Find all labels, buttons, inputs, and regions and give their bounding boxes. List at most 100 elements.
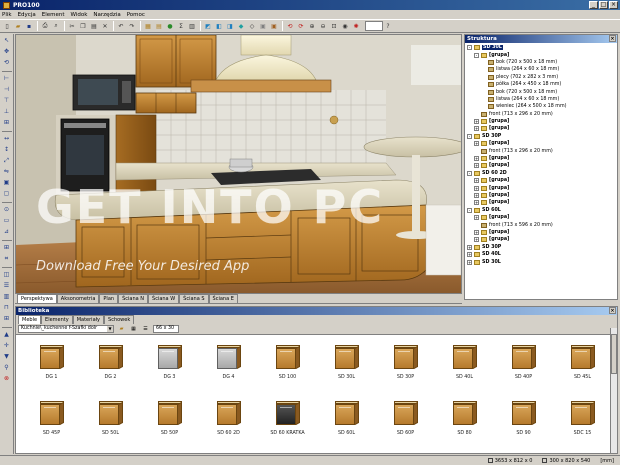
menu-view[interactable]: Widok xyxy=(71,12,88,18)
library-item[interactable]: SD 60 2D xyxy=(199,395,258,451)
mirror-icon[interactable]: ⇋ xyxy=(2,167,12,176)
door-icon[interactable]: ⊓ xyxy=(2,303,12,312)
resize-z-icon[interactable]: ⤢ xyxy=(2,156,12,165)
tab-furniture[interactable]: Meble xyxy=(18,315,42,324)
align-left-icon[interactable]: ⊢ xyxy=(2,74,12,83)
expand-icon[interactable]: + xyxy=(474,185,479,191)
collapse-icon[interactable]: - xyxy=(474,52,479,58)
rotate-right-icon[interactable]: ⟳ xyxy=(296,21,306,31)
tree-node[interactable]: + [grupa] xyxy=(467,199,617,206)
menu-element[interactable]: Element xyxy=(42,12,65,18)
collapse-icon[interactable]: - xyxy=(467,170,472,176)
select-tool-icon[interactable]: ↖ xyxy=(2,36,12,45)
tree-node[interactable]: front (713 x 296 x 20 mm) xyxy=(467,147,617,154)
tree-node[interactable]: front (713 x 596 x 20 mm) xyxy=(467,221,617,228)
structure-icon[interactable]: ▤ xyxy=(154,21,164,31)
maximize-button[interactable]: □ xyxy=(599,1,608,9)
save-icon[interactable]: ▪ xyxy=(24,21,34,31)
print-icon[interactable]: ⎙ xyxy=(40,21,50,31)
library-item[interactable]: SD 60L xyxy=(317,395,376,451)
tree-node[interactable]: + [grupa] xyxy=(467,177,617,184)
new-icon[interactable]: ▯ xyxy=(2,21,12,31)
collapse-icon[interactable]: - xyxy=(467,207,472,213)
paste-icon[interactable]: ▤ xyxy=(89,21,99,31)
expand-icon[interactable]: + xyxy=(474,163,479,169)
measure-icon[interactable]: ⊿ xyxy=(2,227,12,236)
undo-icon[interactable]: ↶ xyxy=(116,21,126,31)
library-close-button[interactable]: × xyxy=(609,307,616,314)
tab-wall-w[interactable]: Ściana W xyxy=(148,294,180,303)
tree-node[interactable]: - [grupa] xyxy=(467,51,617,58)
tree-node[interactable]: listwa (264 x 60 x 18 mm) xyxy=(467,96,617,103)
tree-node[interactable]: + [grupa] xyxy=(467,140,617,147)
stop-icon[interactable]: ⊗ xyxy=(2,374,12,383)
rotate-left-icon[interactable]: ⟲ xyxy=(285,21,295,31)
3d-viewport[interactable]: GET INTO PC Download Free Your Desired A… xyxy=(15,34,462,294)
library-item[interactable]: SD 100 xyxy=(258,339,317,395)
tree-node[interactable]: + [grupa] xyxy=(467,236,617,243)
align-center-icon[interactable]: ⊞ xyxy=(2,118,12,127)
collapse-icon[interactable]: - xyxy=(467,133,472,139)
tree-node[interactable]: front (713 x 296 x 20 mm) xyxy=(467,111,617,118)
tab-clipboard[interactable]: Schowek xyxy=(104,315,135,324)
snap-icon[interactable]: ⌗ xyxy=(2,254,12,263)
view-plan-icon[interactable]: ◨ xyxy=(225,21,235,31)
view-axon-icon[interactable]: ◧ xyxy=(214,21,224,31)
collapse-icon[interactable]: - xyxy=(467,45,472,51)
tree-node[interactable]: + SD 30L xyxy=(467,258,617,265)
tree-node[interactable]: - SD 30P xyxy=(467,133,617,140)
folder-up-icon[interactable]: ▰ xyxy=(117,325,126,333)
nav-up-icon[interactable]: ▲ xyxy=(2,330,12,339)
tree-node[interactable]: + [grupa] xyxy=(467,229,617,236)
tab-wall-n[interactable]: Ściana N xyxy=(118,294,149,303)
expand-icon[interactable]: + xyxy=(467,259,472,265)
library-item[interactable]: SD 50L xyxy=(81,395,140,451)
tab-materials[interactable]: Materiały xyxy=(72,315,105,324)
library-item[interactable]: SD 30P xyxy=(376,339,435,395)
menu-help[interactable]: Pomoc xyxy=(127,12,145,18)
zoom-out-icon[interactable]: ⊖ xyxy=(318,21,328,31)
tab-wall-s[interactable]: Ściana S xyxy=(179,294,209,303)
materials-icon[interactable]: ● xyxy=(165,21,175,31)
tree-node[interactable]: bok (720 x 500 x 18 mm) xyxy=(467,88,617,95)
expand-icon[interactable]: + xyxy=(474,215,479,221)
library-item[interactable]: SD 40L xyxy=(435,339,494,395)
library-item[interactable]: SD 60 KRATKA xyxy=(258,395,317,451)
delete-icon[interactable]: ✕ xyxy=(100,21,110,31)
split-view-icon[interactable]: ◫ xyxy=(2,270,12,279)
tree-node[interactable]: + [grupa] xyxy=(467,155,617,162)
textured-icon[interactable]: ▣ xyxy=(269,21,279,31)
zoom-fit-icon[interactable]: ⊡ xyxy=(329,21,339,31)
view-persp-icon[interactable]: ◩ xyxy=(203,21,213,31)
expand-icon[interactable]: + xyxy=(474,178,479,184)
tree-node[interactable]: półka (264 x 450 x 18 mm) xyxy=(467,81,617,88)
ungroup-icon[interactable]: ▢ xyxy=(2,189,12,198)
tree-node[interactable]: + [grupa] xyxy=(467,118,617,125)
expand-icon[interactable]: + xyxy=(474,193,479,198)
walls-icon[interactable]: ▥ xyxy=(2,292,12,301)
tab-elements[interactable]: Elementy xyxy=(41,315,73,324)
tab-plan[interactable]: Plan xyxy=(99,294,119,303)
tree-node[interactable]: + [grupa] xyxy=(467,192,617,199)
library-item[interactable]: SD 50P xyxy=(140,395,199,451)
expand-icon[interactable]: + xyxy=(474,126,479,132)
edge-icon[interactable]: ▭ xyxy=(2,216,12,225)
zoom-icon[interactable]: ⚲ xyxy=(2,363,12,372)
sum-icon[interactable]: Σ xyxy=(176,21,186,31)
tree-node[interactable]: + SD 30P xyxy=(467,244,617,251)
tree-node[interactable]: plecy (702 x 282 x 3 mm) xyxy=(467,74,617,81)
drill-icon[interactable]: ⊙ xyxy=(2,205,12,214)
tree-node[interactable]: + [grupa] xyxy=(467,214,617,221)
align-bottom-icon[interactable]: ⊥ xyxy=(2,107,12,116)
expand-icon[interactable]: + xyxy=(467,252,472,258)
expand-icon[interactable]: + xyxy=(474,200,479,206)
tree-node[interactable]: - SD 30L xyxy=(467,44,617,51)
structure-close-button[interactable]: × xyxy=(609,35,616,42)
zoom-select[interactable] xyxy=(365,21,383,31)
grid-icon[interactable]: ⊞ xyxy=(2,243,12,252)
expand-icon[interactable]: + xyxy=(467,244,472,250)
expand-icon[interactable]: + xyxy=(474,156,479,162)
resize-y-icon[interactable]: ↕ xyxy=(2,145,12,154)
report-icon[interactable]: ▥ xyxy=(187,21,197,31)
library-item[interactable]: SDC 15 xyxy=(553,395,612,451)
